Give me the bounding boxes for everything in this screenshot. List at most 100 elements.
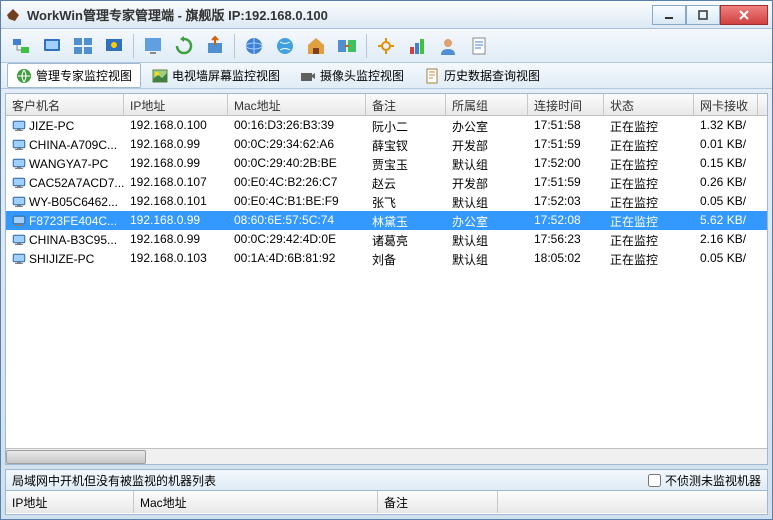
app-icon xyxy=(5,7,21,23)
no-detect-checkbox-input[interactable] xyxy=(648,474,661,487)
cell-note: 张飞 xyxy=(366,192,446,211)
cell-group: 默认组 xyxy=(446,192,528,211)
close-button[interactable] xyxy=(720,5,768,25)
bottom-col-ip[interactable]: IP地址 xyxy=(6,491,134,513)
tool-lock-icon[interactable] xyxy=(100,32,128,60)
tool-chart-icon[interactable] xyxy=(403,32,431,60)
checkbox-label: 不侦测未监视机器 xyxy=(665,472,761,489)
pc-icon xyxy=(12,177,26,189)
tab-expert-view[interactable]: 管理专家监控视图 xyxy=(7,63,141,88)
table-row[interactable]: WY-B05C6462...192.168.0.10100:E0:4C:B1:B… xyxy=(6,192,767,211)
cell-time: 17:51:59 xyxy=(528,173,604,192)
maximize-button[interactable] xyxy=(686,5,720,25)
tool-transfer-icon[interactable] xyxy=(333,32,361,60)
pc-icon xyxy=(12,253,26,265)
tool-settings-icon[interactable] xyxy=(372,32,400,60)
main-toolbar xyxy=(1,29,772,63)
cell-name: F8723FE404C... xyxy=(6,211,124,230)
col-header-ip[interactable]: IP地址 xyxy=(124,94,228,115)
table-header: 客户机名 IP地址 Mac地址 备注 所属组 连接时间 状态 网卡接收 xyxy=(6,94,767,116)
cell-time: 17:51:59 xyxy=(528,135,604,154)
tool-refresh-icon[interactable] xyxy=(170,32,198,60)
pc-icon xyxy=(12,139,26,151)
table-row[interactable]: CAC52A7ACD7...192.168.0.10700:E0:4C:B2:2… xyxy=(6,173,767,192)
cell-note: 诸葛亮 xyxy=(366,230,446,249)
pc-icon xyxy=(12,234,26,246)
col-header-name[interactable]: 客户机名 xyxy=(6,94,124,115)
horizontal-scrollbar[interactable] xyxy=(6,448,767,464)
cell-nic: 1.32 KB/ xyxy=(694,116,758,135)
tab-history-view[interactable]: 历史数据查询视图 xyxy=(415,63,549,88)
scroll-thumb[interactable] xyxy=(6,450,146,464)
col-header-note[interactable]: 备注 xyxy=(366,94,446,115)
cell-nic: 0.05 KB/ xyxy=(694,249,758,268)
tool-network-icon[interactable] xyxy=(7,32,35,60)
cell-time: 17:52:08 xyxy=(528,211,604,230)
cell-group: 默认组 xyxy=(446,249,528,268)
bottom-title: 局域网中开机但没有被监视的机器列表 xyxy=(12,472,648,489)
bottom-table-header: IP地址 Mac地址 备注 xyxy=(6,491,767,513)
tool-user-icon[interactable] xyxy=(434,32,462,60)
camera-icon xyxy=(300,68,316,84)
view-tabbar: 管理专家监控视图 电视墙屏幕监控视图 摄像头监控视图 历史数据查询视图 xyxy=(1,63,772,89)
tool-desktop-icon[interactable] xyxy=(139,32,167,60)
cell-ip: 192.168.0.99 xyxy=(124,135,228,154)
table-row[interactable]: CHINA-B3C95...192.168.0.9900:0C:29:42:4D… xyxy=(6,230,767,249)
cell-note: 贾宝玉 xyxy=(366,154,446,173)
cell-mac: 00:0C:29:40:2B:BE xyxy=(228,154,366,173)
col-header-mac[interactable]: Mac地址 xyxy=(228,94,366,115)
tool-doc-icon[interactable] xyxy=(465,32,493,60)
cell-mac: 00:E0:4C:B1:BE:F9 xyxy=(228,192,366,211)
cell-group: 开发部 xyxy=(446,135,528,154)
cell-mac: 00:16:D3:26:B3:39 xyxy=(228,116,366,135)
cell-group: 默认组 xyxy=(446,230,528,249)
cell-nic: 0.15 KB/ xyxy=(694,154,758,173)
tool-globe-icon[interactable] xyxy=(271,32,299,60)
pc-icon xyxy=(12,120,26,132)
table-row[interactable]: F8723FE404C...192.168.0.9908:60:6E:57:5C… xyxy=(6,211,767,230)
tool-home-icon[interactable] xyxy=(302,32,330,60)
bottom-col-note[interactable]: 备注 xyxy=(378,491,498,513)
cell-time: 17:56:23 xyxy=(528,230,604,249)
cell-name: WY-B05C6462... xyxy=(6,192,124,211)
tab-label: 摄像头监控视图 xyxy=(320,67,404,84)
cell-ip: 192.168.0.99 xyxy=(124,154,228,173)
tool-monitor-icon[interactable] xyxy=(38,32,66,60)
tab-tvwall-view[interactable]: 电视墙屏幕监控视图 xyxy=(143,63,289,88)
tool-export-icon[interactable] xyxy=(201,32,229,60)
table-row[interactable]: JIZE-PC192.168.0.10000:16:D3:26:B3:39阮小二… xyxy=(6,116,767,135)
cell-status: 正在监控 xyxy=(604,230,694,249)
col-header-status[interactable]: 状态 xyxy=(604,94,694,115)
picture-icon xyxy=(152,68,168,84)
bottom-panel-header: 局域网中开机但没有被监视的机器列表 不侦测未监视机器 xyxy=(5,469,768,491)
tab-camera-view[interactable]: 摄像头监控视图 xyxy=(291,63,413,88)
minimize-button[interactable] xyxy=(652,5,686,25)
cell-name: CHINA-B3C95... xyxy=(6,230,124,249)
table-row[interactable]: SHIJIZE-PC192.168.0.10300:1A:4D:6B:81:92… xyxy=(6,249,767,268)
cell-time: 17:52:00 xyxy=(528,154,604,173)
cell-name: JIZE-PC xyxy=(6,116,124,135)
cell-ip: 192.168.0.107 xyxy=(124,173,228,192)
table-row[interactable]: WANGYA7-PC192.168.0.9900:0C:29:40:2B:BE贾… xyxy=(6,154,767,173)
cell-name: CHINA-A709C... xyxy=(6,135,124,154)
tab-label: 历史数据查询视图 xyxy=(444,67,540,84)
tool-web-icon[interactable] xyxy=(240,32,268,60)
bottom-col-mac[interactable]: Mac地址 xyxy=(134,491,378,513)
cell-status: 正在监控 xyxy=(604,135,694,154)
col-header-time[interactable]: 连接时间 xyxy=(528,94,604,115)
no-detect-checkbox[interactable]: 不侦测未监视机器 xyxy=(648,472,761,489)
cell-mac: 00:0C:29:42:4D:0E xyxy=(228,230,366,249)
cell-group: 开发部 xyxy=(446,173,528,192)
col-header-nic[interactable]: 网卡接收 xyxy=(694,94,758,115)
col-header-group[interactable]: 所属组 xyxy=(446,94,528,115)
table-row[interactable]: CHINA-A709C...192.168.0.9900:0C:29:34:62… xyxy=(6,135,767,154)
cell-nic: 0.26 KB/ xyxy=(694,173,758,192)
tab-label: 管理专家监控视图 xyxy=(36,67,132,84)
cell-name: WANGYA7-PC xyxy=(6,154,124,173)
titlebar: WorkWin管理专家管理端 - 旗舰版 IP:192.168.0.100 xyxy=(1,1,772,29)
cell-note: 阮小二 xyxy=(366,116,446,135)
window-controls xyxy=(652,5,768,25)
tool-screens-icon[interactable] xyxy=(69,32,97,60)
cell-ip: 192.168.0.100 xyxy=(124,116,228,135)
toolbar-separator xyxy=(234,34,235,58)
